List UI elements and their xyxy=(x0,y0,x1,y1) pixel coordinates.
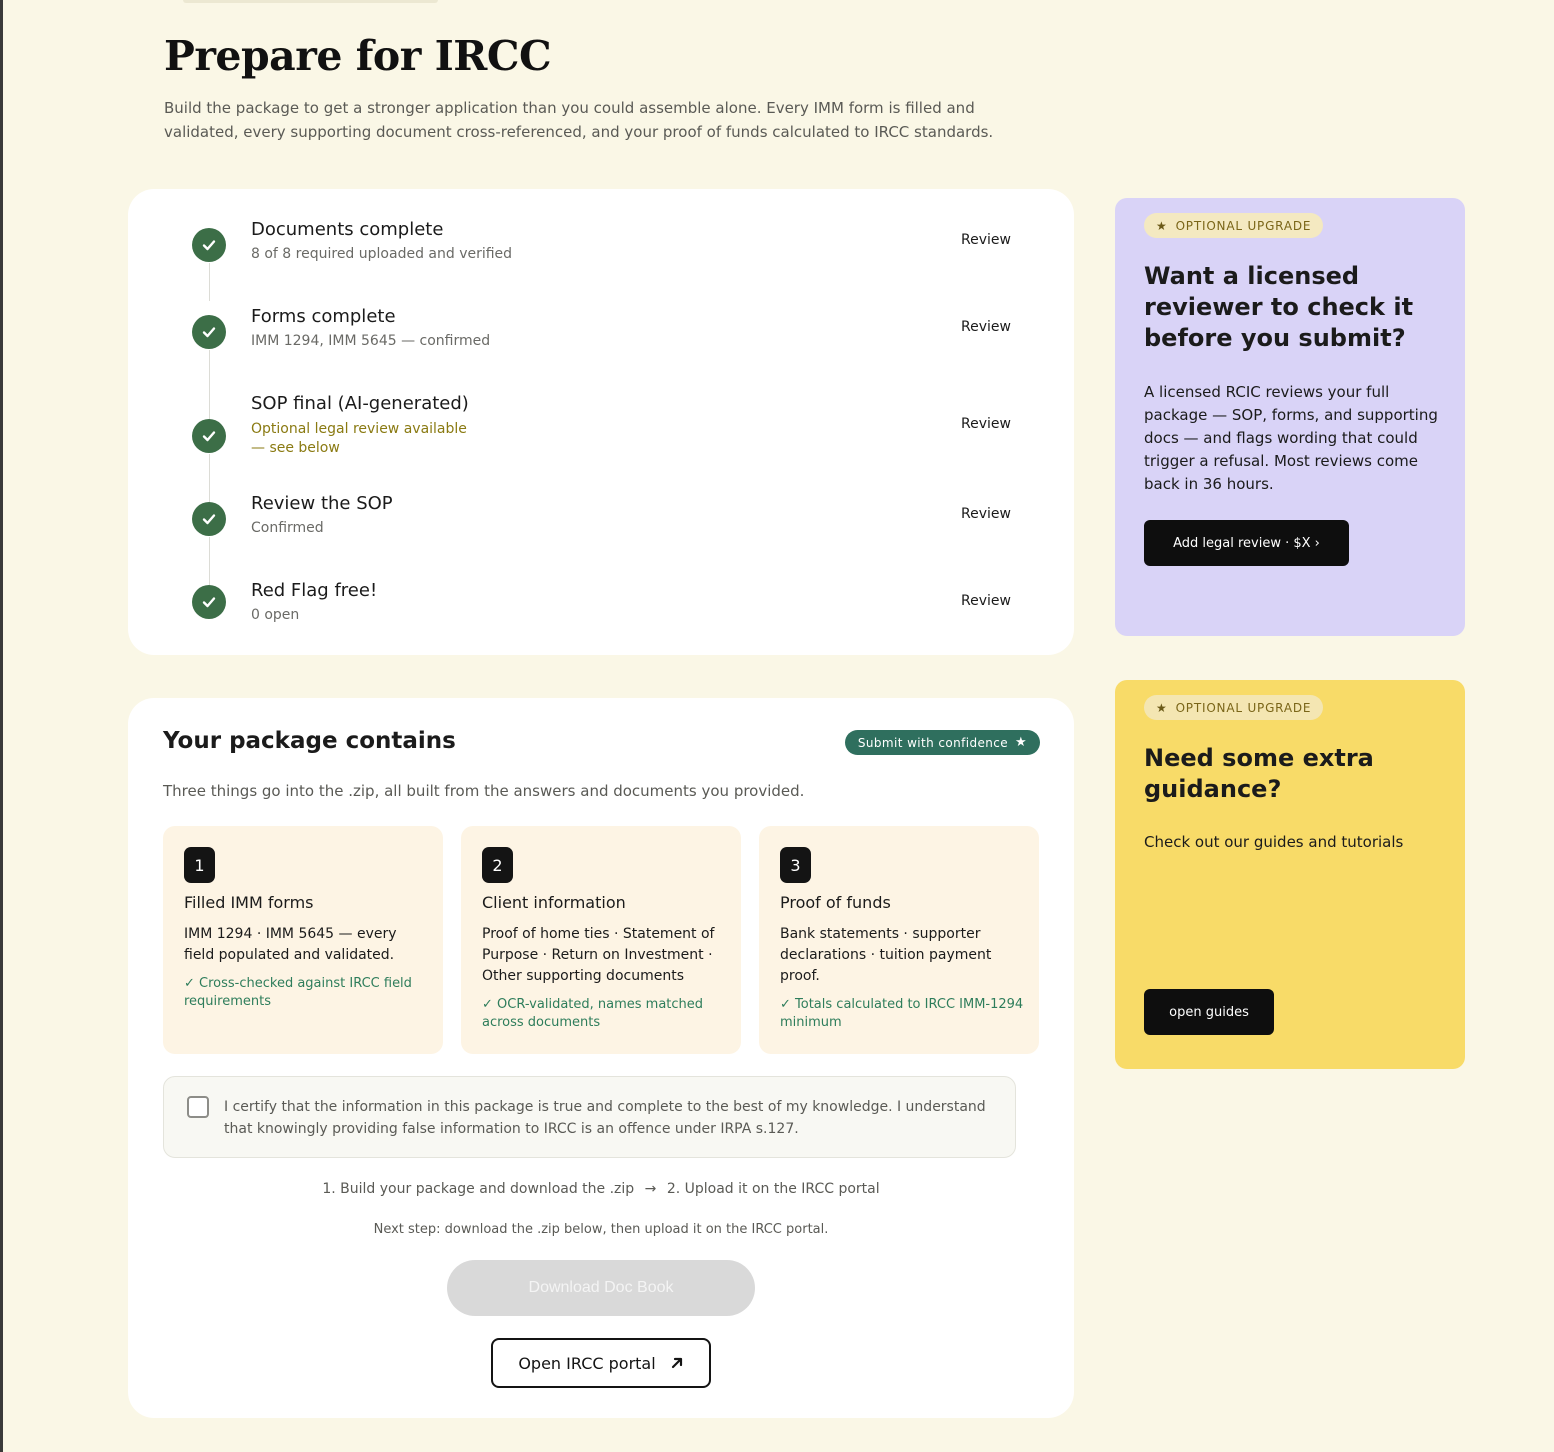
item-body: Bank statements · supporter declarations… xyxy=(780,926,992,984)
badge-label: Submit with confidence xyxy=(857,735,1009,750)
review-sop-confirm-link[interactable]: Review xyxy=(961,506,1011,522)
item-body: IMM 1294 · IMM 5645 — every field popula… xyxy=(184,926,397,963)
add-legal-review-button[interactable]: Add legal review · $X › xyxy=(1144,520,1349,566)
check-circle-icon xyxy=(192,228,226,262)
check-circle-icon xyxy=(192,585,226,619)
top-tab-indicator xyxy=(183,0,438,3)
optional-upgrade-pill: ★ OPTIONAL UPGRADE xyxy=(1144,695,1324,720)
upgrade-title: Need some extra guidance? xyxy=(1144,744,1374,803)
package-description: Three things go into the .zip, all built… xyxy=(163,782,805,800)
review-documents-link[interactable]: Review xyxy=(961,232,1011,248)
pill-label: OPTIONAL UPGRADE xyxy=(1175,218,1312,233)
step-connector xyxy=(209,537,210,585)
item-number: 2 xyxy=(482,847,513,883)
download-doc-book-button[interactable]: Download Doc Book xyxy=(447,1260,755,1316)
item-note: ✓ Cross-checked against IRCC field requi… xyxy=(184,976,412,1009)
certify-box: I certify that the information in this p… xyxy=(163,1076,1016,1158)
package-item: 2 Client information Proof of home ties … xyxy=(461,826,741,1054)
review-red-flags-link[interactable]: Review xyxy=(961,593,1011,609)
arrow-right-icon: → xyxy=(644,1181,657,1197)
step-subtitle: Optional legal review available xyxy=(251,421,467,437)
item-note: ✓ OCR-validated, names matched across do… xyxy=(482,997,704,1030)
check-circle-icon xyxy=(192,315,226,349)
step-subtitle: 8 of 8 required uploaded and verified xyxy=(251,246,513,262)
star-icon: ★ xyxy=(1156,218,1168,233)
package-title: Your package contains xyxy=(163,728,456,754)
item-number: 1 xyxy=(184,847,215,883)
review-forms-link[interactable]: Review xyxy=(961,319,1011,335)
step-title: Red Flag free! xyxy=(251,580,378,601)
pill-label: OPTIONAL UPGRADE xyxy=(1175,700,1312,715)
item-title: Filled IMM forms xyxy=(184,893,314,912)
page-subtitle: Build the package to get a stronger appl… xyxy=(164,99,994,141)
step-subtitle: IMM 1294, IMM 5645 — confirmed xyxy=(251,333,491,349)
portal-button-label: Open IRCC portal xyxy=(518,1353,656,1373)
check-circle-icon xyxy=(192,502,226,536)
checklist-card: Documents complete 8 of 8 required uploa… xyxy=(128,189,1074,655)
item-title: Client information xyxy=(482,893,626,912)
step-subtitle: Confirmed xyxy=(251,520,324,536)
review-sop-link[interactable]: Review xyxy=(961,416,1011,432)
upgrade-title: Want a licensed reviewer to check it bef… xyxy=(1144,262,1414,352)
open-ircc-portal-button[interactable]: Open IRCC portal xyxy=(491,1338,711,1388)
certify-text: I certify that the information in this p… xyxy=(224,1099,986,1137)
item-title: Proof of funds xyxy=(780,893,891,912)
next-step-text: Next step: download the .zip below, then… xyxy=(373,1222,829,1237)
star-icon: ★ xyxy=(1156,700,1168,715)
page-title: Prepare for IRCC xyxy=(164,32,552,80)
item-body: Proof of home ties · Statement of Purpos… xyxy=(482,926,715,984)
package-item: 1 Filled IMM forms IMM 1294 · IMM 5645 —… xyxy=(163,826,443,1054)
item-note: ✓ Totals calculated to IRCC IMM-1294 min… xyxy=(780,997,1024,1030)
arrow-up-right-icon xyxy=(671,1357,682,1369)
step-subtitle: — see below xyxy=(251,440,340,456)
step-title: Review the SOP xyxy=(251,493,393,514)
step-connector xyxy=(209,263,210,301)
step-title: SOP final (AI-generated) xyxy=(251,393,469,414)
step-connector xyxy=(209,350,210,421)
open-guides-button[interactable]: open guides xyxy=(1144,989,1274,1035)
confidence-badge: Submit with confidence ★ xyxy=(845,730,1040,755)
star-icon: ★ xyxy=(1015,735,1028,750)
flow-steps: 1. Build your package and download the .… xyxy=(128,1181,1074,1197)
upgrade-body: A licensed RCIC reviews your full packag… xyxy=(1144,383,1438,493)
certify-checkbox[interactable] xyxy=(187,1096,209,1118)
step-title: Forms complete xyxy=(251,306,396,327)
package-card: Your package contains Submit with confid… xyxy=(128,698,1074,1418)
step-title: Documents complete xyxy=(251,219,444,240)
step-connector xyxy=(209,454,210,504)
package-item: 3 Proof of funds Bank statements · suppo… xyxy=(759,826,1039,1054)
legal-review-upgrade-card: ★ OPTIONAL UPGRADE Want a licensed revie… xyxy=(1115,198,1465,636)
flow-step-1: 1. Build your package and download the .… xyxy=(322,1181,635,1197)
upgrade-body: Check out our guides and tutorials xyxy=(1144,833,1404,851)
step-subtitle: 0 open xyxy=(251,607,300,623)
item-number: 3 xyxy=(780,847,811,883)
flow-step-2: 2. Upload it on the IRCC portal xyxy=(666,1181,880,1197)
optional-upgrade-pill: ★ OPTIONAL UPGRADE xyxy=(1144,213,1324,238)
guidance-upgrade-card: ★ OPTIONAL UPGRADE Need some extra guida… xyxy=(1115,680,1465,1069)
check-circle-icon xyxy=(192,419,226,453)
